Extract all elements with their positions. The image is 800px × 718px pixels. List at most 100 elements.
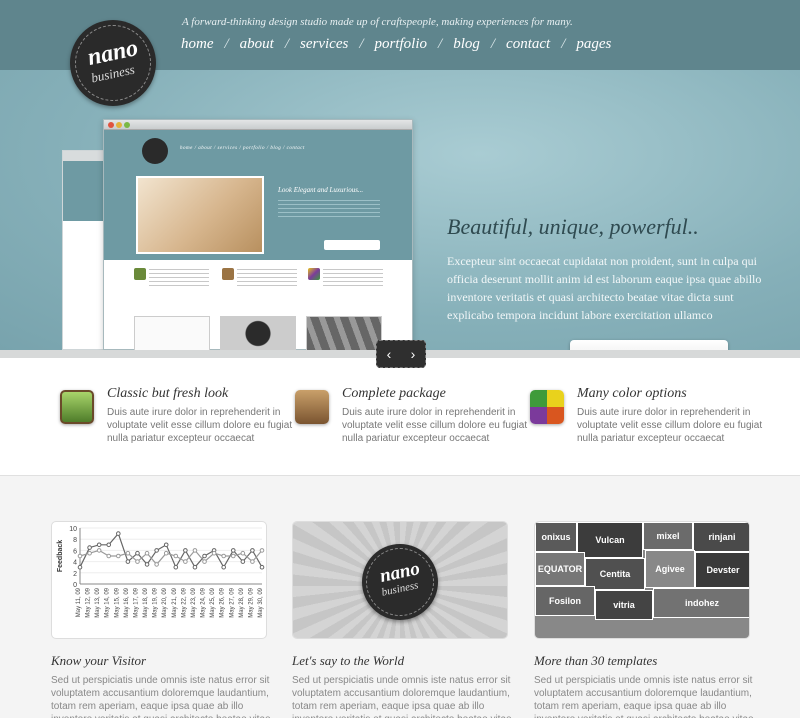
nav-separator: / [561,36,566,52]
logo-text-business: business [89,61,137,86]
data-point [221,553,226,559]
portfolio-image-chart[interactable]: 0 2 4 6 8 10 Feedback May 11, 09 May 12, 09 May 1… [51,521,267,639]
x-tick-label: May 15, 09 [114,587,120,617]
close-dot-icon [108,122,114,128]
main-nav: home / about / services / portfolio / bl… [181,36,611,53]
x-tick-label: May 30, 09 [258,587,264,617]
slider-controls: ‹ › [376,340,426,368]
preview-feature [134,268,214,294]
portfolio-title[interactable]: Know your Visitor [51,653,146,669]
template-tile: Agivee [645,550,695,588]
data-point [250,548,255,553]
tree-icon [60,390,94,424]
data-point [183,548,188,553]
template-tile: vitria [595,590,653,620]
y-tick-label: 10 [69,526,77,533]
x-tick-label: May 21, 09 [172,587,178,617]
nav-about[interactable]: about [240,36,274,53]
nav-separator: / [284,36,290,52]
template-tile: rinjani [693,522,749,552]
take-a-tour-button[interactable]: take a tour [570,340,728,350]
preview-nav: home / about / services / portfolio / bl… [180,146,305,151]
logo-text-business: business [380,579,420,599]
data-point [116,531,121,536]
x-tick-label: May 17, 09 [133,587,139,617]
data-point [163,542,169,548]
data-point [173,564,179,570]
nav-separator: / [490,36,496,52]
preview-feature [308,268,388,294]
template-tile: indohez [653,588,749,618]
preview-thumb-chart [134,316,210,350]
data-point [87,550,92,556]
next-slide-icon[interactable]: › [411,346,416,362]
template-tile: Vulcan [577,522,643,558]
nav-contact[interactable]: contact [506,36,550,53]
data-point [240,559,246,564]
nav-services[interactable]: services [300,36,348,53]
data-point [183,559,188,564]
x-tick-label: May 26, 09 [220,587,226,617]
x-tick-label: May 12, 09 [86,587,92,617]
portfolio-text: Sed ut perspiciatis unde omnis iste natu… [292,675,512,718]
template-tile: EQUATOR [535,552,585,586]
nav-portfolio[interactable]: portfolio [375,36,428,53]
data-point [116,553,121,559]
data-point [230,553,236,559]
data-point [259,564,265,570]
site-logo[interactable]: nano business [70,20,156,106]
data-point [135,559,140,564]
data-point [230,548,236,553]
features-section: Classic but fresh look Duis aute irure d… [0,358,800,476]
preview-feature-text [149,269,209,289]
portfolio-image-templates[interactable]: onixus Vulcan mixel rinjani EQUATOR Centita Ag… [534,521,750,639]
preview-feature-text [323,269,383,289]
hero-slider: home / about / services / portfolio / bl… [0,70,800,350]
preview-feature [222,268,302,294]
x-tick-label: May 28, 09 [239,587,245,617]
data-point [211,550,217,556]
x-tick-label: May 16, 09 [124,587,130,617]
y-tick-label: 6 [73,548,77,555]
data-point [87,545,92,550]
data-point [96,542,102,548]
portfolio-text: Sed ut perspiciatis unde omnis iste natu… [51,675,271,718]
preview-tree-icon [134,268,146,280]
data-point [106,553,112,559]
template-tile: Devster [695,552,749,588]
y-tick-label: 2 [73,571,77,578]
portfolio-title[interactable]: More than 30 templates [534,653,657,669]
portfolio-title[interactable]: Let's say to the World [292,653,404,669]
portfolio-text: Sed ut perspiciatis unde omnis iste natu… [534,675,754,718]
x-tick-label: May 14, 09 [105,587,111,617]
x-tick-label: May 25, 09 [210,587,216,617]
data-point [125,559,131,564]
preview-header: home / about / services / portfolio / bl… [104,130,412,260]
x-tick-label: May 19, 09 [153,587,159,617]
logo-text-nano: nano [378,558,422,587]
data-point [221,564,226,570]
data-point [144,550,150,556]
data-point [202,559,207,564]
feedback-chart: 0246810FeedbackMay 11, 09 May 12, 09 May 1… [57,526,265,618]
template-tile: onixus [535,522,577,552]
data-point [96,548,102,553]
package-icon [295,390,329,424]
feature-title: Complete package [342,386,446,401]
template-tile: Fosilon [535,586,595,616]
nav-separator: / [224,36,229,52]
data-point [135,550,140,556]
tagline: A forward-thinking design studio made up… [182,16,573,28]
feature-title: Many color options [577,386,687,401]
nano-business-logo: nano business [362,544,438,620]
prev-slide-icon[interactable]: ‹ [387,346,392,362]
nav-pages[interactable]: pages [576,36,611,53]
x-tick-label: May 18, 09 [143,587,149,617]
preview-color-wheel-icon [308,268,320,280]
portfolio-image-logo[interactable]: nano business [292,521,508,639]
nav-separator: / [359,36,364,52]
nav-home[interactable]: home [181,36,214,53]
data-point [154,548,159,553]
nav-blog[interactable]: blog [453,36,480,53]
y-axis-label: Feedback [57,540,64,572]
